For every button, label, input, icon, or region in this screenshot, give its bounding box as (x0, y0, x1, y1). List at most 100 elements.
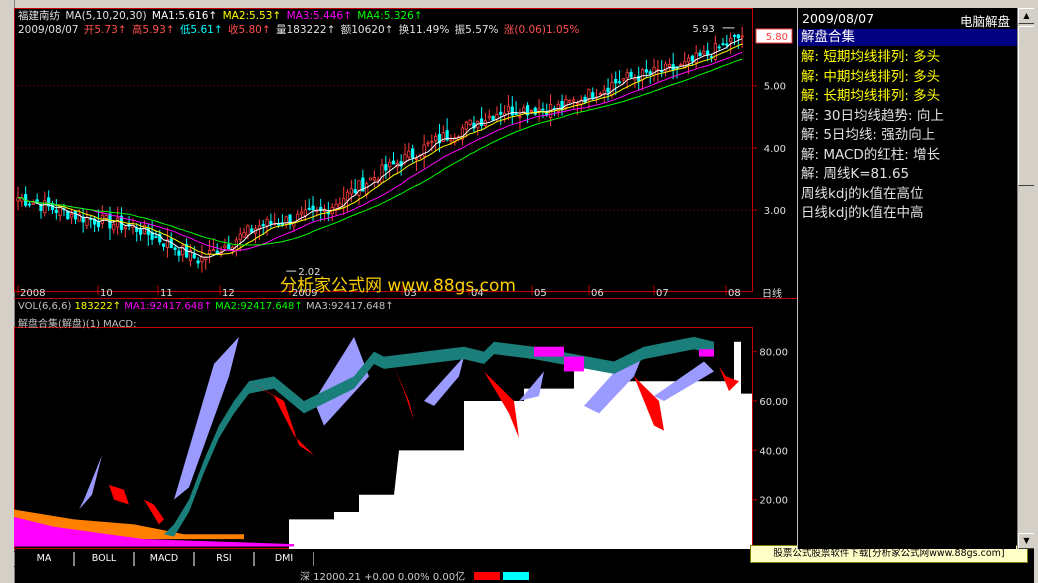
candle-body (200, 256, 204, 263)
candle-body (575, 102, 580, 105)
candle-body (721, 43, 725, 46)
ma3-label: MA3:5.446↑ (286, 10, 352, 22)
amount-value: 额10620↑ (340, 24, 394, 36)
candle-body (568, 100, 572, 103)
candle-body (598, 93, 603, 95)
candle-body (430, 140, 434, 143)
period-label: 日线 (762, 287, 782, 300)
candle-body (629, 71, 633, 78)
candle-body (625, 72, 629, 79)
candle-body (265, 219, 269, 227)
left-toolbar-strip (0, 0, 15, 583)
candle-body (426, 142, 430, 145)
side-panel-line: 解: MACD的红柱: 增长 (801, 146, 941, 163)
vol-value: 183222↑ (74, 301, 122, 312)
candle-body (104, 215, 108, 219)
side-panel-scrollbar[interactable]: ▲ ▼ (1017, 8, 1035, 549)
candle-body (380, 164, 384, 184)
candle-body (311, 205, 315, 211)
ma1-label: MA1:5.616↑ (151, 10, 218, 22)
side-panel-line: 解: 中期均线排列: 多头 (801, 68, 941, 85)
amplitude-value: 振5.57% (454, 24, 499, 36)
indicator-tick-label: 40.00 (759, 446, 788, 457)
candle-body (372, 177, 376, 181)
ma-line-20 (17, 51, 743, 252)
tab-rsi[interactable]: RSI (194, 552, 254, 566)
ticker-text: 深 12000.21 +0.00 0.00% 0.00亿 (300, 572, 466, 583)
turnover-value: 换11.49% (398, 24, 450, 36)
stock-chart-window: 3.00 4.00 5.00 2008 10 11 12 2009 03 04 05 06 07 08 日线… (0, 0, 1038, 583)
candle-body (391, 160, 396, 165)
candle-body (571, 99, 576, 102)
candle-body (31, 202, 35, 205)
candle-body (422, 144, 426, 157)
vol-params: VOL(6,6,6) (18, 301, 72, 312)
candle-body (242, 231, 246, 238)
month-tick-label: 06 (591, 288, 604, 299)
side-panel-section[interactable]: 解盘合集 (798, 29, 1019, 46)
candle-body (414, 158, 419, 161)
candle-body (533, 107, 537, 115)
candle-body (621, 78, 625, 81)
scroll-up-arrow[interactable]: ▲ (1018, 8, 1035, 24)
ma-line-30 (17, 58, 743, 246)
candle-body (211, 249, 216, 252)
low-value: 低5.61↑ (179, 24, 223, 36)
candle-body (207, 249, 212, 255)
price-header-row: 福建南纺 MA(5,10,20,30) MA1:5.616↑ MA2:5.53↑… (18, 10, 425, 23)
side-panel-title: 电脑解盘 (959, 14, 1010, 29)
scroll-down-arrow[interactable]: ▼ (1018, 533, 1035, 549)
tab-boll[interactable]: BOLL (74, 552, 134, 566)
candle-body (671, 64, 675, 71)
candle-body (173, 247, 177, 251)
indicator-purple-wave (79, 455, 102, 510)
candle-body (353, 189, 357, 194)
candle-body (491, 115, 495, 121)
tab-ma[interactable]: MA (14, 552, 74, 566)
side-panel-line: 日线kdj的k值在中高 (801, 205, 924, 221)
candle-body (529, 109, 534, 113)
month-tick-label: 07 (656, 288, 669, 299)
month-tick-label: 10 (100, 288, 113, 299)
indicator-red-dip (109, 484, 129, 505)
high-marker-label: 5.93 (693, 24, 715, 35)
candle-body (269, 220, 273, 225)
close-value: 收5.80↑ (227, 24, 271, 36)
candle-body (411, 148, 415, 158)
candle-body (70, 213, 74, 218)
candle-body (192, 253, 196, 259)
candle-body (694, 52, 698, 64)
ma-params: MA(5,10,20,30) (65, 10, 147, 22)
side-panel-line: 解: 30日均线趋势: 向上 (801, 107, 944, 124)
high-value: 高5.93↑ (131, 24, 175, 36)
candle-body (227, 244, 231, 250)
side-panel-line: 解: 长期均线排列: 多头 (801, 88, 941, 104)
candle-body (449, 139, 453, 142)
candle-body (204, 257, 208, 260)
vol-ma2: MA2:92417.648↑ (215, 301, 303, 312)
indicator-magenta-block (564, 356, 584, 372)
candle-body (407, 150, 411, 158)
month-tick-label: 2008 (20, 288, 45, 299)
indicator-header: 解盘合集(解盘)(1) MACD: (18, 319, 137, 330)
volume-value: 量183222↑ (276, 24, 336, 36)
candle-body (518, 116, 522, 118)
candle-body (284, 216, 288, 224)
candle-body (725, 43, 729, 46)
candle-body (667, 63, 671, 67)
side-panel-line: 解: 周线K=81.65 (801, 166, 910, 182)
candle-body (614, 78, 618, 84)
tab-dmi[interactable]: DMI (254, 552, 314, 566)
candle-body (73, 210, 78, 220)
candle-body (112, 224, 116, 231)
month-tick-label: 11 (160, 288, 173, 299)
side-panel-line: 周线kdj的k值在高位 (801, 185, 924, 202)
candle-body (54, 209, 58, 213)
candle-body (499, 111, 503, 115)
candle-body (686, 57, 691, 63)
scroll-thumb[interactable] (1018, 26, 1035, 186)
month-tick-label: 05 (534, 288, 547, 299)
candle-body (368, 177, 373, 181)
candle-body (181, 245, 185, 256)
tab-macd[interactable]: MACD (134, 552, 194, 566)
